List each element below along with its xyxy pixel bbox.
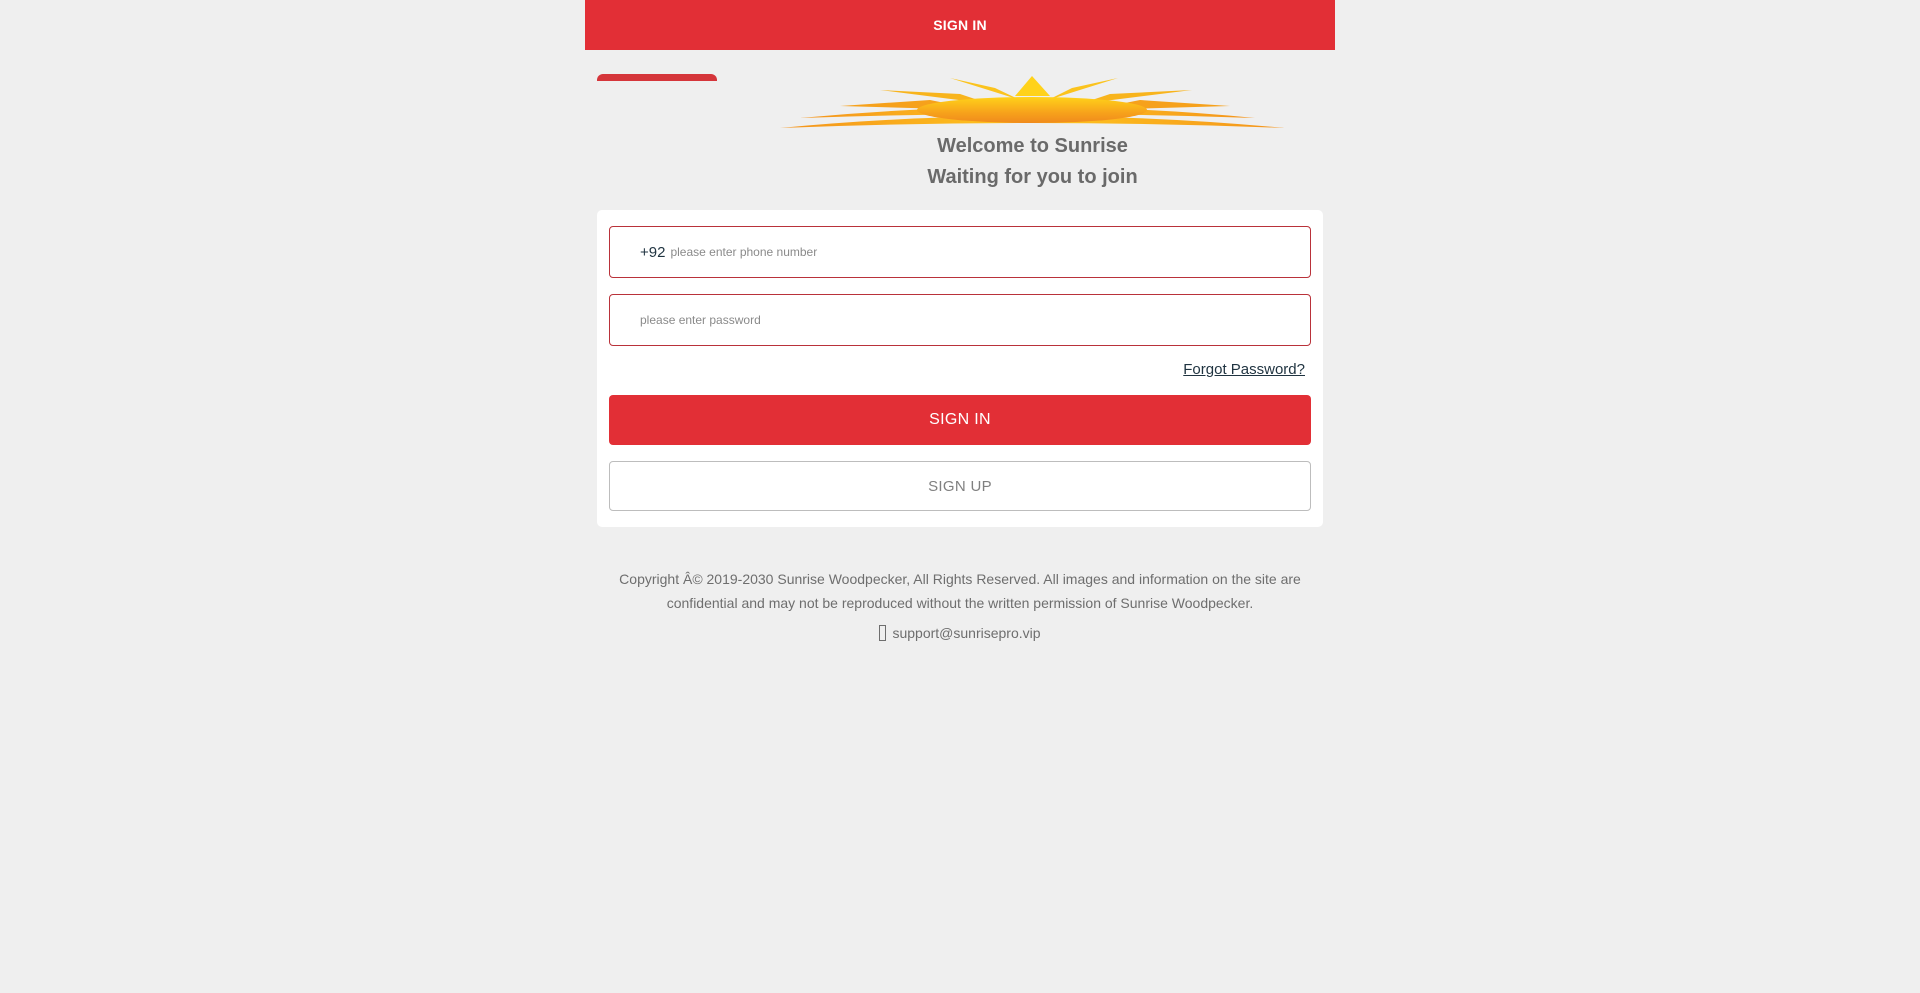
header-bar: SIGN IN — [585, 0, 1335, 50]
app-container: SIGN IN Welcome to Sunrise Waiting for y… — [585, 0, 1335, 993]
forgot-password-link[interactable]: Forgot Password? — [1183, 361, 1305, 378]
password-field[interactable] — [609, 294, 1311, 346]
sunrise-logo — [780, 76, 1285, 128]
sign-in-button[interactable]: SIGN IN — [609, 395, 1311, 445]
support-contact: support@sunrisepro.vip — [585, 625, 1335, 641]
country-code[interactable]: +92 — [640, 244, 665, 261]
support-email[interactable]: support@sunrisepro.vip — [892, 625, 1040, 641]
phone-field[interactable]: +92 — [609, 226, 1311, 278]
welcome-title: Welcome to Sunrise — [937, 135, 1128, 157]
login-card: +92 Forgot Password? SIGN IN SIGN UP — [597, 210, 1323, 527]
password-input[interactable] — [640, 295, 1310, 345]
page-title: SIGN IN — [933, 17, 987, 33]
copyright-text: Copyright Â© 2019-2030 Sunrise Woodpecke… — [619, 571, 1301, 611]
mail-icon — [879, 625, 887, 641]
language-tab[interactable] — [597, 74, 717, 81]
sign-up-button[interactable]: SIGN UP — [609, 461, 1311, 511]
phone-input[interactable] — [670, 227, 1310, 277]
welcome-subtitle: Waiting for you to join — [927, 166, 1138, 188]
